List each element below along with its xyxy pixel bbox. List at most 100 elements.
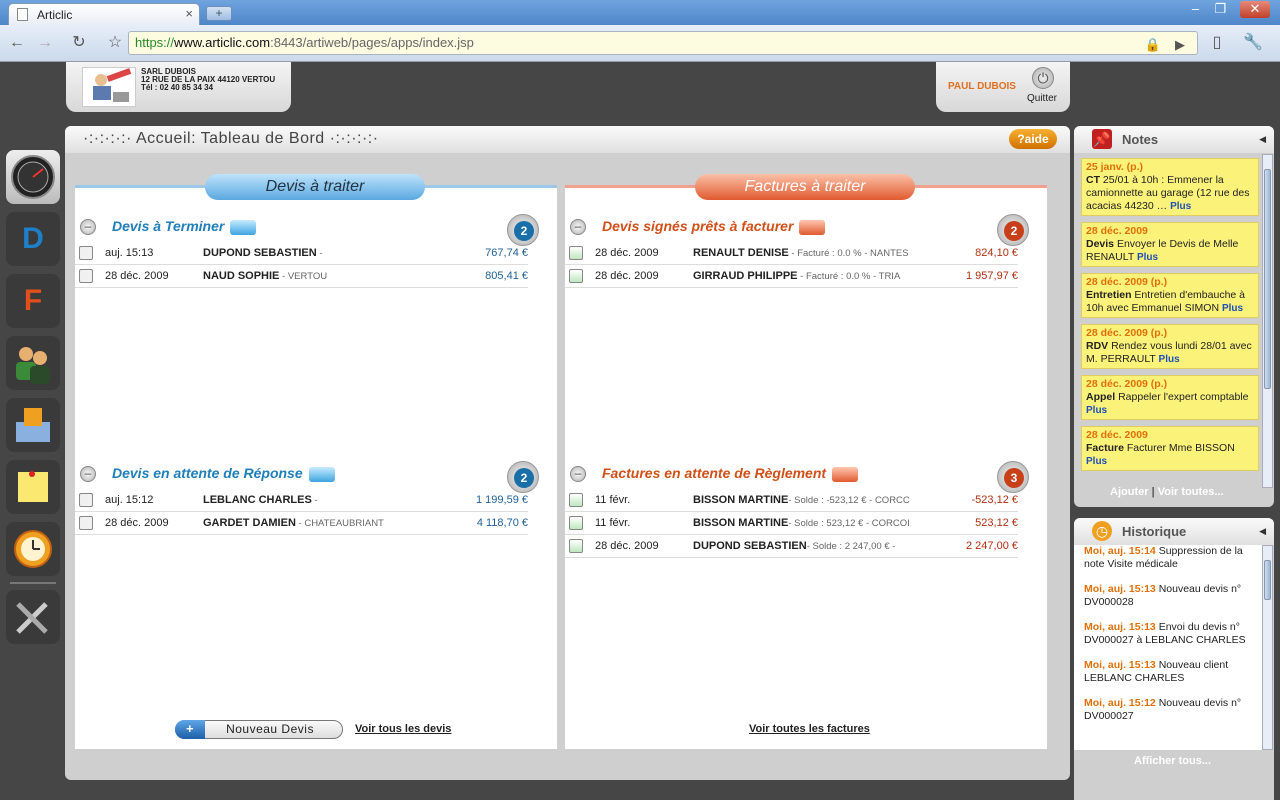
notes-app-icon[interactable] [6,460,60,514]
page-title: ·:·:·:·:· Accueil: Tableau de Bord ·:·:·… [83,130,379,147]
note-item[interactable]: 28 déc. 2009 (p.) Appel Rappeler l'expert… [1081,375,1259,420]
row-date: auj. 15:13 [105,247,154,259]
see-all-devis-link[interactable]: Voir tous les devis [355,723,451,735]
row-amount: -523,12 € [971,494,1018,506]
note-item[interactable]: 28 déc. 2009 Facture Facturer Mme BISSON … [1081,426,1259,471]
row-detail: - [316,248,323,259]
history-app-icon[interactable] [6,522,60,576]
plus-icon: + [175,720,205,739]
note-more-link[interactable]: Plus [1170,201,1191,212]
factures-app-icon[interactable]: F [6,274,60,328]
browser-tab[interactable]: Articlic × [8,3,200,25]
collapse-arrow-icon[interactable]: ◀ [1259,134,1266,145]
note-item[interactable]: 28 déc. 2009 Devis Envoyer le Devis de Me… [1081,222,1259,267]
note-date: 28 déc. 2009 [1086,429,1148,441]
row-detail: - Solde : 2 247,00 € - [806,541,896,552]
new-devis-button[interactable]: + Nouveau Devis [175,720,343,739]
row-date: 28 déc. 2009 [105,517,169,529]
devis-app-icon[interactable]: D [6,212,60,266]
row-client[interactable]: RENAULT DENISE - Facturé : 0.0 % - NANTE… [693,247,913,259]
devis-banner[interactable]: Devis à traiter [205,174,425,200]
document-icon [79,493,93,507]
row-amount: 4 118,70 € [476,517,528,529]
clients-app-icon[interactable] [6,336,60,390]
table-row[interactable]: 28 déc. 2009 NAUD SOPHIE - VERTOU 805,41 € [75,265,528,288]
row-client[interactable]: GIRRAUD PHILIPPE - Facturé : 0.0 % - TRI… [693,270,913,282]
table-row[interactable]: 28 déc. 2009 GARDET DAMIEN - CHATEAUBRIAN… [75,512,528,535]
collapse-icon[interactable]: – [570,219,586,235]
history-header: ◷ Historique ◀ [1074,518,1274,545]
power-icon[interactable]: ⏻ [1032,67,1054,89]
collapse-arrow-icon[interactable]: ◀ [1259,526,1266,537]
reload-icon[interactable]: ↻ [68,33,90,53]
collapse-icon[interactable]: – [80,219,96,235]
table-row[interactable]: auj. 15:12 LEBLANC CHARLES - 1 199,59 € [75,489,528,512]
lock-icon[interactable]: 🔒 [1145,34,1161,56]
dashboard-gauge-icon[interactable] [6,150,60,204]
back-icon[interactable]: ← [6,33,28,53]
note-item[interactable]: 28 déc. 2009 (p.) Entretien Entretien d'e… [1081,273,1259,318]
help-button[interactable]: ?aide [1009,129,1057,149]
history-date: Moi, auj. 15:13 [1084,659,1156,671]
note-type: Entretien [1086,289,1132,301]
devis-ready-list: 28 déc. 2009 RENAULT DENISE - Facturé : 0… [565,242,1047,288]
quit-button[interactable]: Quitter [1027,93,1057,104]
url-path: :8443/artiweb/pages/apps/index.jsp [270,35,474,50]
row-client[interactable]: BISSON MARTINE- Solde : -523,12 € - CORC… [693,494,913,506]
note-more-link[interactable]: Plus [1137,252,1158,263]
row-client[interactable]: DUPOND SEBASTIEN- Solde : 2 247,00 € - [693,540,913,552]
collapse-icon[interactable]: – [570,466,586,482]
note-date: 28 déc. 2009 (p.) [1086,276,1168,288]
row-client[interactable]: LEBLANC CHARLES - [203,494,453,506]
page-menu-icon[interactable]: ▯ [1206,33,1228,53]
add-note-link[interactable]: Ajouter [1110,486,1149,498]
table-row[interactable]: 11 févr. BISSON MARTINE- Solde : -523,12 … [565,489,1018,512]
collapse-icon[interactable]: – [80,466,96,482]
row-detail: - Solde : 523,12 € - CORCOI [788,518,910,529]
table-row[interactable]: 28 déc. 2009 RENAULT DENISE - Facturé : 0… [565,242,1018,265]
note-more-link[interactable]: Plus [1159,354,1180,365]
see-all-factures-link[interactable]: Voir toutes les factures [749,723,870,735]
address-bar[interactable]: https://www.articlic.com:8443/artiweb/pa… [128,31,1198,55]
document-icon [569,539,583,553]
notes-header: 📌 Notes ◀ [1074,126,1274,153]
notes-list: 25 janv. (p.) CT 25/01 à 10h : Emmener la… [1081,158,1259,486]
history-scrollbar[interactable] [1262,545,1273,750]
factures-banner[interactable]: Factures à traiter [695,174,915,200]
close-window-icon[interactable]: ✕ [1240,1,1270,18]
catalog-app-icon[interactable] [6,398,60,452]
go-icon[interactable]: ▶ [1175,34,1185,56]
minimize-icon[interactable]: – [1183,1,1208,18]
star-icon[interactable]: ☆ [104,33,126,53]
table-row[interactable]: 28 déc. 2009 GIRRAUD PHILIPPE - Facturé :… [565,265,1018,288]
row-client[interactable]: GARDET DAMIEN - CHATEAUBRIANT [203,517,453,529]
note-more-link[interactable]: Plus [1222,303,1243,314]
url-scheme: https:// [135,35,175,50]
show-all-history-link[interactable]: Afficher tous... [1134,755,1211,767]
new-tab-button[interactable]: + [206,6,232,21]
see-all-notes-link[interactable]: Voir toutes... [1158,486,1224,498]
note-more-link[interactable]: Plus [1086,456,1107,467]
forward-icon[interactable]: → [34,33,56,53]
user-name: PAUL DUBOIS [948,81,1016,92]
row-client[interactable]: NAUD SOPHIE - VERTOU [203,270,453,282]
tools-settings-icon[interactable] [6,590,60,644]
note-item[interactable]: 28 déc. 2009 (p.) RDV Rendez vous lundi 2… [1081,324,1259,369]
note-item[interactable]: 25 janv. (p.) CT 25/01 à 10h : Emmener la… [1081,158,1259,216]
notes-scrollbar[interactable] [1262,154,1273,488]
table-row[interactable]: 28 déc. 2009 DUPOND SEBASTIEN- Solde : 2 … [565,535,1018,558]
table-row[interactable]: auj. 15:13 DUPOND SEBASTIEN - 767,74 € [75,242,528,265]
row-date: 28 déc. 2009 [105,270,169,282]
maximize-icon[interactable]: ❐ [1208,1,1233,18]
row-client[interactable]: BISSON MARTINE- Solde : 523,12 € - CORCO… [693,517,913,529]
wrench-menu-icon[interactable]: 🔧 [1242,33,1264,53]
document-icon [569,493,583,507]
table-row[interactable]: 11 févr. BISSON MARTINE- Solde : 523,12 €… [565,512,1018,535]
note-type: Facture [1086,442,1124,454]
row-amount: 767,74 € [485,247,528,259]
row-client[interactable]: DUPOND SEBASTIEN - [203,247,453,259]
close-tab-icon[interactable]: × [185,6,193,21]
note-more-link[interactable]: Plus [1086,405,1107,416]
history-date: Moi, auj. 15:14 [1084,545,1156,557]
history-item: Moi, auj. 15:13 Nouveau client LEBLANC C… [1084,659,1256,685]
